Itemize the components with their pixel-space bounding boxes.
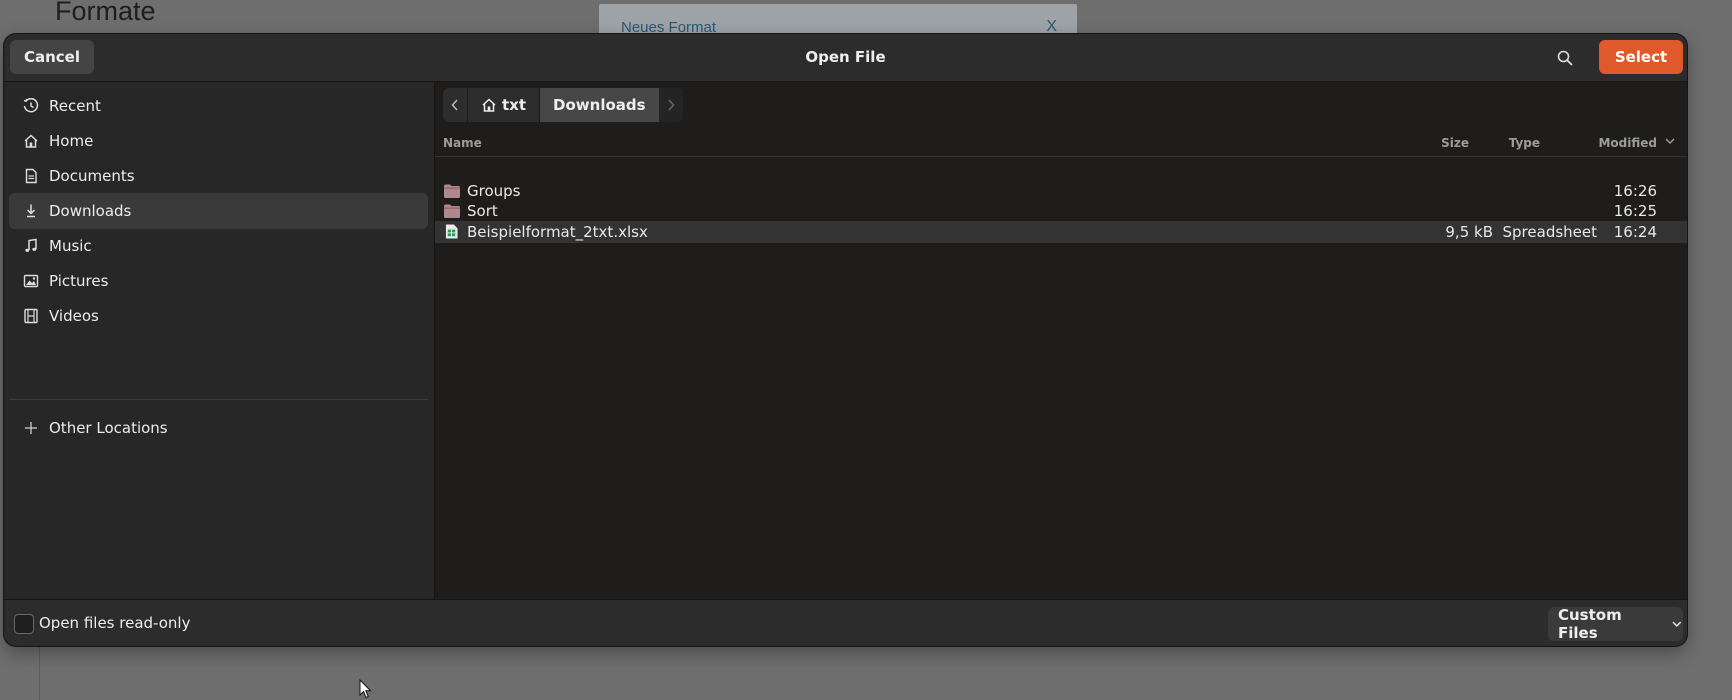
- search-icon: [1557, 50, 1573, 66]
- path-forward-button[interactable]: [658, 88, 683, 122]
- file-row[interactable]: Sort 16:25: [435, 200, 1687, 222]
- home-icon: [22, 132, 40, 150]
- dialog-footer: Open files read-only Custom Files: [4, 599, 1687, 646]
- document-icon: [22, 167, 40, 185]
- sidebar-separator: [9, 399, 428, 400]
- home-icon: [482, 98, 496, 112]
- background-divider: [39, 646, 40, 700]
- sidebar-item-recent[interactable]: Recent: [9, 88, 428, 124]
- film-icon: [22, 307, 40, 325]
- sidebar-item-videos[interactable]: Videos: [9, 298, 428, 334]
- sidebar-item-label: Documents: [49, 167, 135, 185]
- path-segment-txt[interactable]: txt: [467, 88, 540, 122]
- file-name: Sort: [467, 202, 498, 220]
- path-segment-label: txt: [502, 96, 527, 114]
- file-filter-dropdown[interactable]: Custom Files: [1548, 606, 1683, 642]
- header-bar: Cancel Open File Select: [4, 34, 1687, 82]
- sidebar-item-label: Recent: [49, 97, 101, 115]
- column-header-name[interactable]: Name: [443, 136, 482, 150]
- sidebar-item-label: Videos: [49, 307, 99, 325]
- file-modified: 16:26: [1613, 182, 1657, 200]
- chevron-left-icon: [451, 99, 458, 111]
- path-segment-label: Downloads: [553, 96, 646, 114]
- background-page-title: Formate: [55, 0, 156, 26]
- path-back-button[interactable]: [443, 88, 467, 122]
- sidebar-item-downloads[interactable]: Downloads: [9, 193, 428, 229]
- search-button[interactable]: [1551, 44, 1579, 72]
- file-row[interactable]: Groups 16:26: [435, 180, 1687, 202]
- plus-icon: [22, 419, 40, 437]
- folder-icon: [444, 184, 460, 198]
- sidebar-item-documents[interactable]: Documents: [9, 158, 428, 194]
- read-only-label[interactable]: Open files read-only: [39, 614, 190, 632]
- path-bar: txt Downloads: [443, 88, 683, 122]
- sidebar-item-music[interactable]: Music: [9, 228, 428, 264]
- file-modified: 16:24: [1613, 223, 1657, 241]
- chevron-down-icon[interactable]: [1665, 135, 1675, 149]
- file-chooser-dialog: Cancel Open File Select Recent Home Docu…: [4, 34, 1687, 646]
- select-button[interactable]: Select: [1599, 40, 1683, 74]
- folder-icon: [444, 204, 460, 218]
- column-header-size[interactable]: Size: [1441, 136, 1469, 150]
- file-type: Spreadsheet: [1502, 223, 1597, 241]
- sidebar-item-label: Music: [49, 237, 92, 255]
- column-header-modified[interactable]: Modified: [1598, 136, 1657, 150]
- clock-icon: [22, 97, 40, 115]
- places-sidebar: Recent Home Documents Downloads Music Pi…: [4, 82, 435, 599]
- music-note-icon: [22, 237, 40, 255]
- chevron-down-icon: [1672, 621, 1682, 627]
- picture-icon: [22, 272, 40, 290]
- chevron-right-icon: [668, 99, 675, 111]
- mouse-pointer-icon: [359, 679, 372, 699]
- spreadsheet-icon: [445, 224, 458, 239]
- sidebar-item-other-locations[interactable]: Other Locations: [9, 410, 428, 446]
- sidebar-item-label: Home: [49, 132, 94, 150]
- sidebar-item-label: Other Locations: [49, 419, 168, 437]
- file-filter-label: Custom Files: [1558, 606, 1622, 642]
- column-header-type[interactable]: Type: [1509, 136, 1540, 150]
- read-only-checkbox[interactable]: [14, 614, 34, 634]
- sidebar-item-label: Pictures: [49, 272, 109, 290]
- sidebar-item-home[interactable]: Home: [9, 123, 428, 159]
- column-header-row: Name Size Type Modified: [435, 129, 1687, 157]
- file-name: Beispielformat_2txt.xlsx: [467, 223, 648, 241]
- sidebar-item-pictures[interactable]: Pictures: [9, 263, 428, 299]
- file-size: 9,5 kB: [1445, 223, 1493, 241]
- file-modified: 16:25: [1613, 202, 1657, 220]
- file-name: Groups: [467, 182, 521, 200]
- sidebar-item-label: Downloads: [49, 202, 132, 220]
- file-row[interactable]: Beispielformat_2txt.xlsx 9,5 kB Spreadsh…: [435, 221, 1687, 243]
- file-list-pane: txt Downloads Name Size Type Modified Gr…: [435, 82, 1687, 599]
- dialog-title: Open File: [805, 48, 886, 66]
- path-segment-downloads[interactable]: Downloads: [539, 88, 659, 122]
- download-icon: [22, 202, 40, 220]
